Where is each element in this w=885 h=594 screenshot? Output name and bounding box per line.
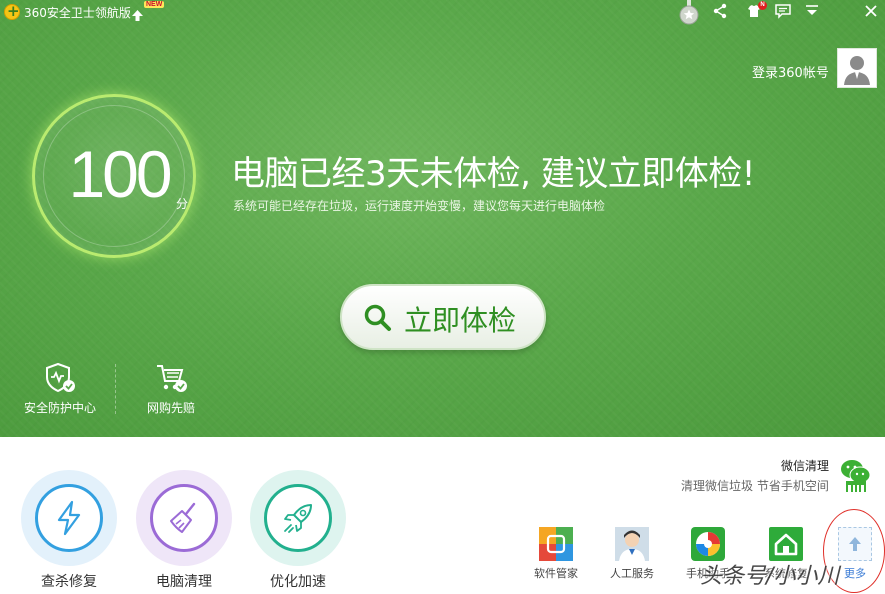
app-logo-icon — [4, 2, 20, 20]
software-manager-label: 软件管家 — [534, 567, 578, 580]
software-manager-button[interactable]: 软件管家 — [524, 527, 588, 581]
feedback-icon[interactable] — [774, 2, 792, 20]
notification-badge: N — [758, 1, 767, 10]
shopping-guarantee-button[interactable]: 网购先赔 — [126, 361, 216, 421]
wechat-broom-icon[interactable] — [838, 457, 874, 493]
score-ring: 100 分 — [32, 94, 196, 258]
menu-icon[interactable] — [803, 2, 821, 20]
score-unit: 分 — [176, 197, 189, 211]
software-manager-icon — [539, 527, 573, 561]
app-title: 360安全卫士领航版 — [24, 6, 131, 20]
health-score: 100 — [68, 137, 172, 211]
virus-scan-tool[interactable]: 查杀修复 — [21, 470, 117, 591]
share-icon[interactable] — [711, 2, 729, 20]
divider — [115, 364, 116, 414]
watermark-text: 头条号/小小川 — [700, 564, 840, 589]
pc-clean-ring — [136, 470, 232, 566]
main-banner: 360安全卫士领航版 NEW N — [0, 0, 885, 437]
close-icon[interactable] — [862, 2, 880, 20]
new-badge: NEW — [144, 1, 165, 8]
title-bar: 360安全卫士领航版 NEW N — [0, 0, 885, 26]
pc-clean-tool[interactable]: 电脑清理 — [136, 470, 232, 591]
rocket-icon — [284, 504, 312, 533]
start-exam-label: 立即体检 — [404, 304, 517, 337]
broom-icon — [170, 502, 196, 533]
shopping-cart-icon — [157, 365, 187, 392]
security-center-button[interactable]: 安全防护中心 — [15, 361, 105, 421]
headline-message: 电脑已经3天未体检, 建议立即体检! — [231, 154, 755, 194]
human-service-icon — [615, 527, 649, 561]
lightning-icon — [57, 500, 81, 536]
shield-icon — [46, 362, 75, 393]
virus-scan-label: 查杀修复 — [41, 574, 97, 590]
sub-message: 系统可能已经存在垃圾，运行速度开始变慢，建议您每天进行电脑体检 — [233, 199, 606, 213]
human-service-button[interactable]: 人工服务 — [600, 527, 664, 581]
login-link[interactable]: 登录360帐号 — [752, 62, 829, 81]
wechat-clean-subtitle[interactable]: 清理微信垃圾 节省手机空间 — [681, 477, 829, 494]
wechat-clean-title[interactable]: 微信清理 — [781, 457, 829, 474]
upgrade-arrow-icon[interactable] — [132, 6, 143, 21]
phone-assistant-icon — [691, 527, 725, 561]
avatar[interactable] — [837, 48, 877, 88]
virus-scan-ring — [21, 470, 117, 566]
medal-icon[interactable] — [679, 0, 699, 26]
system-repair-icon — [769, 527, 803, 561]
pc-clean-label: 电脑清理 — [156, 574, 212, 590]
human-service-label: 人工服务 — [610, 567, 654, 580]
start-exam-button[interactable]: 立即体检 — [340, 284, 546, 350]
speed-up-tool[interactable]: 优化加速 — [250, 470, 346, 591]
speed-up-label: 优化加速 — [270, 574, 326, 590]
shopping-guarantee-label: 网购先赔 — [146, 401, 195, 415]
tools-panel: 查杀修复 电脑清理 优化加速 微信清理 清理微信垃圾 节省手机空间 软件管家 人… — [0, 437, 885, 594]
security-center-label: 安全防护中心 — [23, 401, 96, 415]
speed-up-ring — [250, 470, 346, 566]
search-icon — [364, 304, 391, 331]
